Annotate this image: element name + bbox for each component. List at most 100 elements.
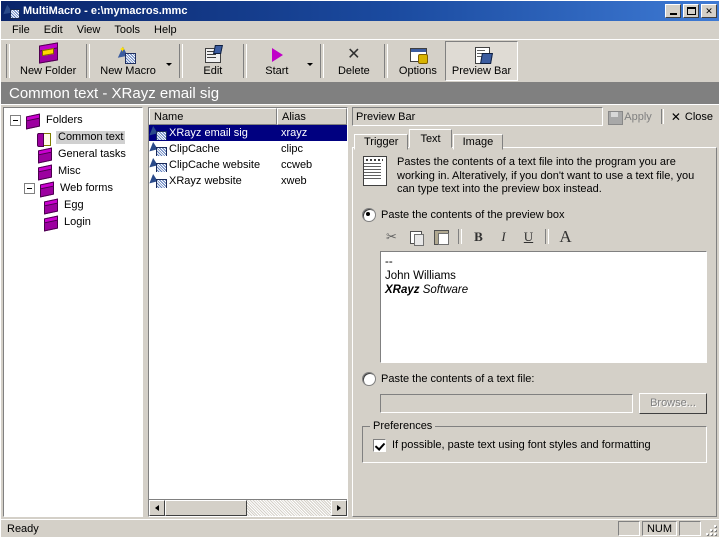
preferences-title: Preferences: [370, 419, 436, 432]
table-row[interactable]: ClipCache clipc: [149, 141, 347, 157]
preview-bar-icon: [471, 45, 493, 65]
cut-icon[interactable]: ✂: [380, 226, 403, 248]
preview-bar-pane: Preview Bar Apply ✕ Close Trigger Text I…: [352, 107, 717, 517]
tree-node-folders[interactable]: Folders: [8, 112, 140, 129]
minimize-button[interactable]: [665, 4, 681, 18]
books-icon: [36, 165, 53, 180]
row-alias: ccweb: [281, 159, 313, 171]
toolbar-separator: [383, 44, 388, 78]
status-bar: Ready NUM: [1, 519, 719, 537]
application-window: MultiMacro - e:\mymacros.mmc ✕ File Edit…: [0, 0, 720, 538]
paste-icon[interactable]: [430, 226, 453, 248]
format-toolbar: ✂ B I U A: [380, 227, 707, 247]
books-icon: [24, 114, 41, 129]
scroll-right-button[interactable]: [331, 500, 347, 516]
preview-bar-button[interactable]: Preview Bar: [444, 41, 519, 81]
radio-icon[interactable]: [362, 371, 376, 386]
preview-line-3-bold: XRayz: [385, 283, 420, 296]
row-name: XRayz email sig: [169, 127, 248, 139]
row-name: ClipCache website: [169, 159, 261, 171]
browse-button[interactable]: Browse...: [639, 392, 707, 414]
tab-text[interactable]: Text: [409, 129, 452, 148]
folder-tree: Folders Common text General tasks Misc W…: [4, 108, 142, 233]
books-icon: [42, 199, 59, 214]
toolbar-separator: [86, 44, 91, 78]
checkbox-icon[interactable]: [373, 438, 386, 452]
preview-line-3: XRayz Software: [385, 283, 702, 297]
table-row[interactable]: ClipCache website ccweb: [149, 157, 347, 173]
tree-node-common-text[interactable]: Common text: [8, 129, 140, 147]
radio-icon[interactable]: [362, 207, 376, 222]
copy-icon[interactable]: [405, 226, 428, 248]
scrollbar-track[interactable]: [165, 500, 331, 516]
expander-minus-icon[interactable]: [24, 183, 35, 194]
italic-icon[interactable]: I: [492, 226, 515, 248]
folder-tree-pane: Folders Common text General tasks Misc W…: [3, 107, 143, 517]
maximize-button[interactable]: [683, 4, 699, 18]
checkbox-paste-with-formatting[interactable]: If possible, paste text using font style…: [373, 438, 696, 452]
new-macro-dropdown-arrow-icon[interactable]: [163, 41, 176, 81]
column-header-name[interactable]: Name: [149, 108, 277, 125]
toolbar-separator: [319, 44, 324, 78]
table-row[interactable]: XRayz email sig xrayz: [149, 125, 347, 141]
macro-icon: [149, 174, 167, 188]
menu-item-edit[interactable]: Edit: [37, 22, 70, 38]
menu-item-tools[interactable]: Tools: [107, 22, 147, 38]
radio-paste-preview-box[interactable]: Paste the contents of the preview box: [362, 207, 707, 222]
new-folder-label: New Folder: [20, 64, 77, 77]
status-pane-num-lock: NUM: [641, 521, 677, 536]
menu-item-view[interactable]: View: [70, 22, 108, 38]
tree-node-label: Common text: [56, 131, 126, 144]
expander-minus-icon[interactable]: [10, 115, 21, 126]
window-title: MultiMacro - e:\mymacros.mmc: [23, 5, 188, 17]
tree-node-login[interactable]: Login: [8, 214, 140, 231]
scrollbar-thumb[interactable]: [165, 500, 247, 516]
tab-trigger[interactable]: Trigger: [354, 134, 409, 150]
preview-line-1: --: [385, 255, 393, 268]
text-document-icon: [362, 156, 388, 186]
options-icon: [407, 45, 429, 65]
menu-item-help[interactable]: Help: [147, 22, 184, 38]
edit-icon: [202, 45, 224, 65]
resize-grip-icon[interactable]: [703, 522, 717, 536]
scroll-left-button[interactable]: [149, 500, 165, 516]
start-dropdown-arrow-icon[interactable]: [304, 41, 317, 81]
list-header: Name Alias: [149, 108, 347, 125]
macro-icon: [149, 126, 167, 140]
preview-text-box[interactable]: -- John Williams XRayz Software: [380, 250, 707, 363]
bold-icon[interactable]: B: [467, 226, 490, 248]
radio-paste-text-file[interactable]: Paste the contents of a text file:: [362, 371, 707, 386]
start-play-icon: [266, 45, 288, 65]
underline-icon[interactable]: U: [517, 226, 540, 248]
file-path-input[interactable]: [380, 393, 633, 413]
close-icon: ✕: [705, 5, 713, 16]
table-row[interactable]: XRayz website xweb: [149, 173, 347, 189]
tree-node-web-forms[interactable]: Web forms: [8, 180, 140, 197]
row-name: ClipCache: [169, 143, 220, 155]
apply-button[interactable]: Apply: [603, 110, 659, 125]
preview-bar-name-input[interactable]: Preview Bar: [352, 107, 604, 126]
preview-bar-label: Preview Bar: [451, 64, 512, 77]
menu-item-file[interactable]: File: [5, 22, 37, 38]
tab-image[interactable]: Image: [452, 134, 504, 150]
new-folder-button[interactable]: New Folder: [13, 41, 83, 81]
font-icon[interactable]: A: [554, 226, 577, 248]
macro-icon: [149, 142, 167, 156]
close-button[interactable]: ✕: [701, 4, 717, 18]
tree-node-egg[interactable]: Egg: [8, 197, 140, 214]
edit-button[interactable]: Edit: [186, 41, 240, 81]
start-button[interactable]: Start: [250, 41, 304, 81]
tree-node-general-tasks[interactable]: General tasks: [8, 146, 140, 163]
preview-bar-header: Preview Bar Apply ✕ Close: [352, 107, 717, 126]
main-body: Folders Common text General tasks Misc W…: [1, 105, 719, 519]
delete-button[interactable]: ✕ Delete: [327, 41, 381, 81]
new-macro-button[interactable]: ✦ New Macro: [93, 41, 163, 81]
window-controls: ✕: [665, 4, 717, 18]
options-button[interactable]: Options: [391, 41, 445, 81]
column-header-alias[interactable]: Alias: [277, 108, 347, 125]
close-panel-button[interactable]: ✕ Close: [666, 111, 717, 123]
list-horizontal-scrollbar[interactable]: [149, 499, 347, 516]
toolbar-separator: [178, 44, 183, 78]
tree-node-label: Egg: [64, 199, 84, 211]
tree-node-misc[interactable]: Misc: [8, 163, 140, 180]
